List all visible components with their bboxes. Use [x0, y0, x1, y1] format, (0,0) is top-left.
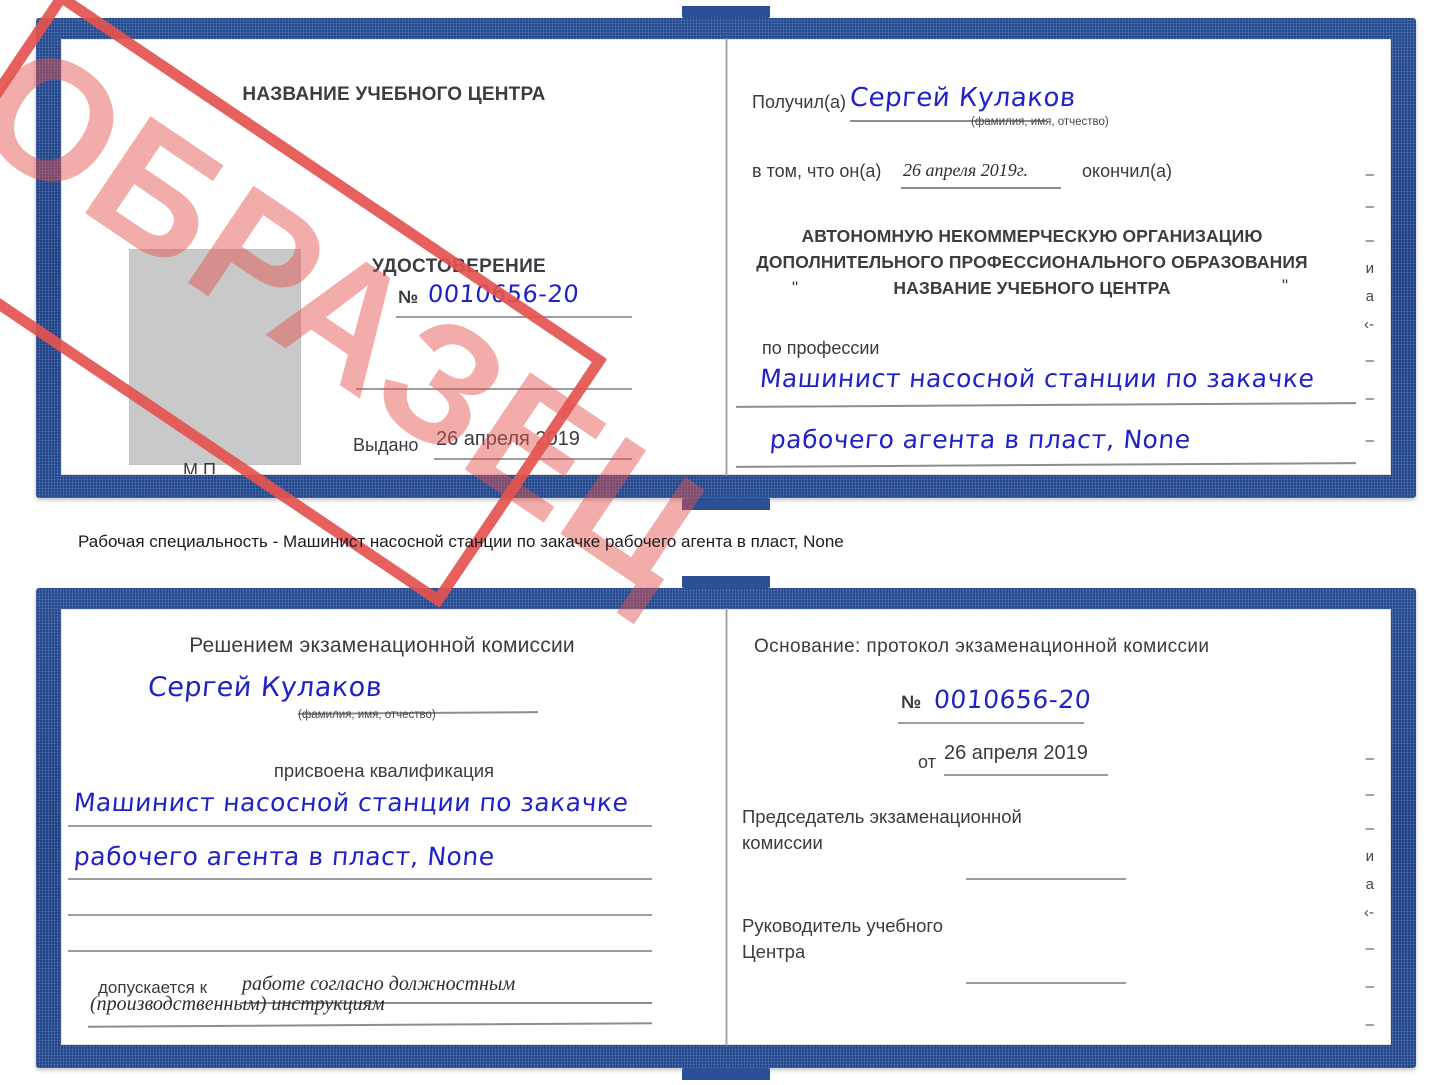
profession-value-line-1: Машинист насосной станции по закачке: [758, 364, 1316, 393]
from-label: от: [918, 752, 936, 772]
blank-rule-3: [68, 950, 652, 952]
edge-fragment: –: [1365, 232, 1374, 249]
certificate-top-left-page: НАЗВАНИЕ УЧЕБНОГО ЦЕНТРА УДОСТОВЕРЕНИЕ №…: [62, 40, 726, 474]
head-signature-rule: [966, 982, 1126, 984]
edge-fragment: –: [1365, 750, 1374, 767]
issued-rule: [434, 458, 632, 460]
certificate-booklet-bottom: Решением экзаменационной комиссии Сергей…: [36, 576, 1416, 1080]
blank-rule-2: [68, 914, 652, 916]
certificate-top-right-page: Получил(а) Сергей Кулаков (фамилия, имя,…: [726, 40, 1390, 474]
completion-date-rule: [901, 187, 1061, 189]
spine-notch-bottom-2: [682, 1068, 770, 1080]
spine-notch-top: [682, 6, 770, 18]
basis-label: Основание: протокол экзаменационной коми…: [754, 636, 1210, 657]
number-symbol: №: [398, 287, 419, 307]
edge-fragment: –: [1365, 432, 1374, 449]
edge-fragment: ‹-: [1364, 316, 1374, 333]
edge-fragments-column-bottom: – – – и а ‹- – – –: [1346, 610, 1382, 1044]
booklet-spine-top: [725, 38, 728, 476]
edge-fragment: –: [1365, 820, 1374, 837]
edge-fragment: –: [1365, 786, 1374, 803]
protocol-number-value: 0010656-20: [932, 685, 1093, 714]
fio-hint-bottom: (фамилия, имя, отчество): [298, 709, 436, 721]
protocol-date-rule: [944, 774, 1108, 776]
protocol-number-symbol: №: [901, 692, 922, 712]
organization-line-3: НАЗВАНИЕ УЧЕБНОГО ЦЕНТРА: [893, 278, 1171, 298]
head-label-line-1: Руководитель учебного: [742, 915, 944, 936]
edge-fragment: а: [1365, 876, 1374, 893]
edge-fragment: –: [1365, 1016, 1374, 1033]
chairman-label-line-2: комиссии: [742, 832, 823, 853]
edge-fragment: а: [1365, 288, 1374, 305]
received-label: Получил(а): [752, 92, 846, 112]
certificate-booklet-top: НАЗВАНИЕ УЧЕБНОГО ЦЕНТРА УДОСТОВЕРЕНИЕ №…: [36, 6, 1416, 510]
organization-line-2: ДОПОЛНИТЕЛЬНОГО ПРОФЕССИОНАЛЬНОГО ОБРАЗО…: [756, 252, 1308, 272]
training-center-name-heading: НАЗВАНИЕ УЧЕБНОГО ЦЕНТРА: [242, 84, 546, 105]
chairman-signature-rule: [966, 878, 1126, 880]
admitted-value-line-2: (производственным) инструкциям: [90, 993, 385, 1015]
profession-rule-2: [736, 462, 1356, 468]
fio-hint: (фамилия, имя, отчество): [971, 116, 1109, 128]
edge-fragment: –: [1365, 198, 1374, 215]
edge-fragment: –: [1365, 940, 1374, 957]
edge-fragment: и: [1365, 848, 1374, 865]
edge-fragments-column-top: – – – и а ‹- – – –: [1346, 40, 1382, 474]
qualification-value-line-1: Машинист насосной станции по закачке: [72, 788, 630, 817]
graduate-name-value: Сергей Кулаков: [146, 672, 384, 703]
organization-line-1: АВТОНОМНУЮ НЕКОММЕРЧЕСКУЮ ОРГАНИЗАЦИЮ: [801, 226, 1263, 246]
page-caption: Рабочая специальность - Машинист насосно…: [78, 532, 844, 551]
certificate-top-pages: НАЗВАНИЕ УЧЕБНОГО ЦЕНТРА УДОСТОВЕРЕНИЕ №…: [62, 38, 1390, 476]
issued-label: Выдано: [353, 435, 419, 455]
profession-rule-1: [736, 402, 1356, 408]
commission-decision-heading: Решением экзаменационной комиссии: [189, 634, 575, 657]
issued-date-value: 26 апреля 2019: [436, 428, 580, 450]
booklet-spine-bottom: [725, 608, 728, 1046]
completion-date-value: 26 апреля 2019г.: [903, 160, 1029, 180]
edge-fragment: ‹-: [1364, 904, 1374, 921]
edge-fragment: –: [1365, 352, 1374, 369]
edge-fragment: –: [1365, 978, 1374, 995]
protocol-date-value: 26 апреля 2019: [944, 742, 1088, 764]
qualification-label: присвоена квалификация: [273, 760, 495, 781]
blank-rule-1: [356, 388, 632, 390]
profession-label: по профессии: [762, 338, 880, 358]
protocol-number-rule: [898, 722, 1084, 724]
photo-placeholder: [129, 249, 301, 465]
number-rule: [396, 316, 632, 318]
certificate-number-value: 0010656-20: [426, 280, 581, 308]
profession-value-line-2: рабочего агента в пласт, None: [768, 425, 1192, 454]
document-type-heading: УДОСТОВЕРЕНИЕ: [371, 256, 547, 277]
admitted-rule-2: [88, 1022, 652, 1028]
organization-quote-close: ": [1282, 276, 1289, 295]
chairman-label-line-1: Председатель экзаменационной: [742, 806, 1022, 827]
head-label-line-2: Центра: [742, 941, 806, 962]
qualification-value-line-2: рабочего агента в пласт, None: [72, 842, 496, 871]
certificate-bottom-right-page: Основание: протокол экзаменационной коми…: [726, 610, 1390, 1044]
qualification-rule-2: [68, 878, 652, 880]
certificate-bottom-left-page: Решением экзаменационной комиссии Сергей…: [62, 610, 726, 1044]
finished-label: окончил(а): [1082, 161, 1172, 181]
spine-notch-top-2: [682, 576, 770, 588]
certificate-bottom-pages: Решением экзаменационной комиссии Сергей…: [62, 608, 1390, 1046]
edge-fragment: –: [1365, 166, 1374, 183]
edge-fragment: –: [1365, 390, 1374, 407]
edge-fragment: и: [1365, 260, 1374, 277]
spine-notch-bottom: [682, 498, 770, 510]
qualification-rule-1: [68, 825, 652, 827]
recipient-name-value: Сергей Кулаков: [848, 83, 1078, 113]
in-that-label: в том, что он(а): [752, 161, 882, 181]
seal-label: М.П.: [183, 460, 221, 474]
